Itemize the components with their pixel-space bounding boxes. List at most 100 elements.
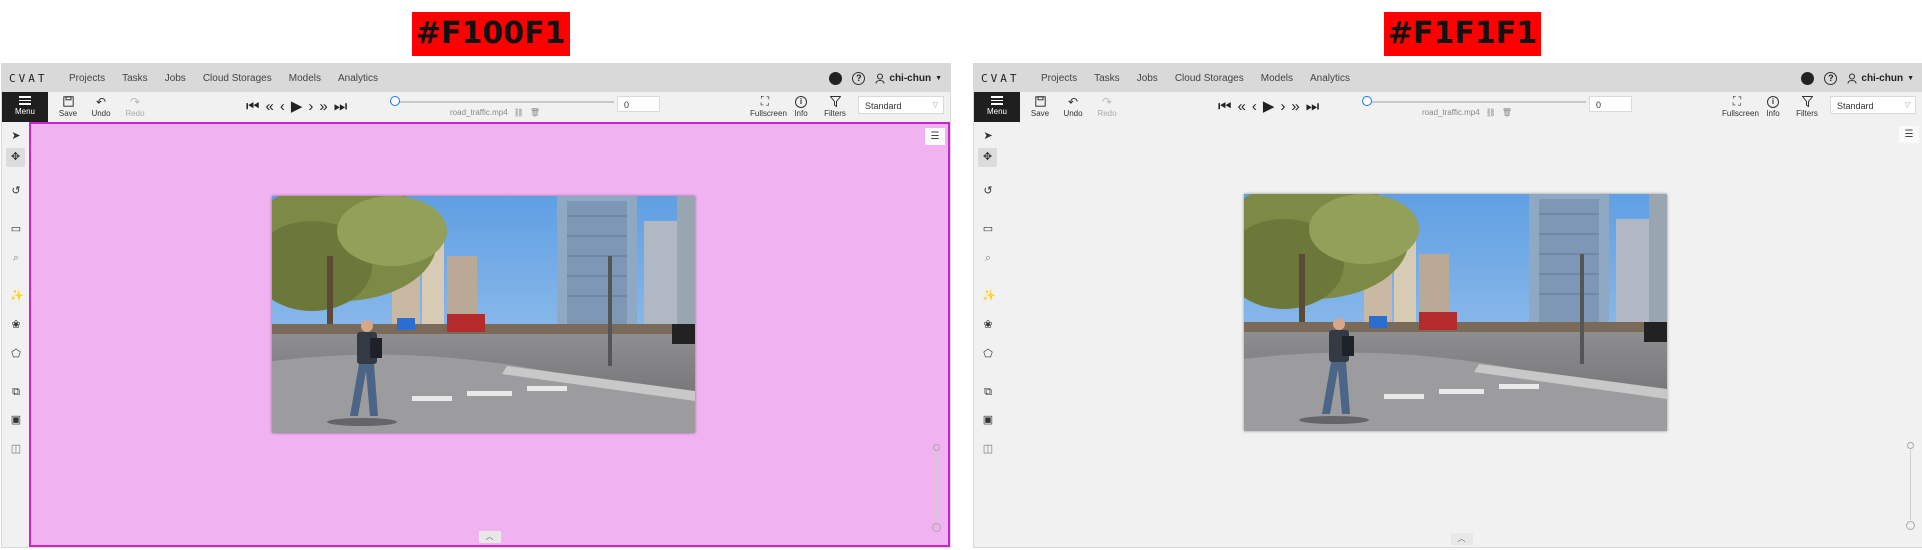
zoom-out-icon[interactable] xyxy=(1906,521,1915,530)
undo-button[interactable]: ↶ Undo xyxy=(1058,94,1088,119)
next-frame-icon[interactable]: › xyxy=(308,98,313,115)
zoom-in-icon[interactable] xyxy=(1907,442,1914,449)
nav-models[interactable]: Models xyxy=(289,73,321,84)
frame-slider-track[interactable] xyxy=(394,101,614,103)
main-nav: Projects Tasks Jobs Cloud Storages Model… xyxy=(1041,73,1367,84)
rectangle-icon[interactable]: ▭ xyxy=(10,223,22,235)
last-frame-icon[interactable]: ⏭ xyxy=(334,98,348,115)
fit-zoom-icon[interactable]: ⌕ xyxy=(982,252,994,264)
video-frame xyxy=(272,196,695,433)
merge-icon[interactable]: ⧉ xyxy=(10,386,22,398)
info-label: Info xyxy=(794,109,808,118)
cursor-icon[interactable]: ➤ xyxy=(982,130,994,142)
redo-label: Redo xyxy=(1097,109,1117,118)
help-icon[interactable]: ? xyxy=(852,71,866,85)
frame-number-input[interactable]: 0 xyxy=(617,96,660,112)
redo-button[interactable]: ↷ Redo xyxy=(1092,94,1122,119)
nav-projects[interactable]: Projects xyxy=(69,73,105,84)
move-icon[interactable]: ✥ xyxy=(6,148,25,167)
last-frame-icon[interactable]: ⏭ xyxy=(1306,98,1320,115)
nav-tasks[interactable]: Tasks xyxy=(122,73,148,84)
forward-step-icon[interactable]: » xyxy=(319,98,327,115)
redo-button[interactable]: ↷ Redo xyxy=(120,94,150,119)
rectangle-icon[interactable]: ▭ xyxy=(982,223,994,235)
menu-button[interactable]: Menu xyxy=(974,92,1020,122)
save-button[interactable]: Save xyxy=(53,94,83,118)
github-icon[interactable] xyxy=(829,71,843,85)
object-panel-toggle-icon[interactable]: ☰ xyxy=(1899,126,1919,143)
info-button[interactable]: i Info xyxy=(786,94,816,118)
ai-tools-icon[interactable]: ❀ xyxy=(10,319,22,331)
backward-step-icon[interactable]: « xyxy=(1238,98,1246,115)
forward-step-icon[interactable]: » xyxy=(1291,98,1299,115)
first-frame-icon[interactable]: ⏮ xyxy=(1218,98,1232,115)
filters-button[interactable]: Filters xyxy=(1792,94,1822,118)
merge-icon[interactable]: ⧉ xyxy=(982,386,994,398)
split-icon[interactable]: ◫ xyxy=(10,443,22,455)
link-icon[interactable]: ⛓ xyxy=(514,108,524,117)
chevron-up-icon[interactable]: ︿ xyxy=(478,531,501,543)
rotate-icon[interactable]: ↺ xyxy=(10,185,22,197)
magic-wand-icon[interactable]: ✨ xyxy=(982,290,996,302)
nav-jobs[interactable]: Jobs xyxy=(165,73,186,84)
menu-button[interactable]: Menu xyxy=(2,92,48,122)
nav-models[interactable]: Models xyxy=(1261,73,1293,84)
redo-icon: ↷ xyxy=(129,94,141,109)
zoom-in-icon[interactable] xyxy=(933,444,940,451)
chevron-up-icon[interactable]: ︿ xyxy=(1450,533,1473,545)
filters-label: Filters xyxy=(1796,109,1818,118)
nav-projects[interactable]: Projects xyxy=(1041,73,1077,84)
backward-step-icon[interactable]: « xyxy=(266,98,274,115)
workspace-select[interactable]: Standard ▽ xyxy=(858,96,944,114)
rotate-icon[interactable]: ↺ xyxy=(982,185,994,197)
github-icon[interactable] xyxy=(1801,71,1815,85)
frame-slider-handle[interactable] xyxy=(390,96,400,106)
fullscreen-button[interactable]: ⛶ Fullscreen xyxy=(750,94,787,118)
annotation-toolbar: Menu Save ↶ Undo ↷ Redo ⏮ « ‹ ▶ › » ⏭ ro… xyxy=(974,92,1922,122)
help-icon[interactable]: ? xyxy=(1824,71,1838,85)
nav-tasks[interactable]: Tasks xyxy=(1094,73,1120,84)
filters-label: Filters xyxy=(824,109,846,118)
group-icon[interactable]: ▣ xyxy=(10,414,22,426)
user-menu[interactable]: chi-chun ▼ xyxy=(1847,73,1914,84)
save-button[interactable]: Save xyxy=(1025,94,1055,118)
previous-frame-icon[interactable]: ‹ xyxy=(280,98,285,115)
next-frame-icon[interactable]: › xyxy=(1280,98,1285,115)
canvas-area[interactable]: ☰ ︿ xyxy=(1001,122,1922,547)
delete-frame-icon[interactable]: 🗑 xyxy=(530,108,540,117)
user-menu[interactable]: chi-chun ▼ xyxy=(875,73,942,84)
object-panel-toggle-icon[interactable]: ☰ xyxy=(925,128,945,145)
frame-number-input[interactable]: 0 xyxy=(1589,96,1632,112)
zoom-out-icon[interactable] xyxy=(932,523,941,532)
first-frame-icon[interactable]: ⏮ xyxy=(246,98,260,115)
play-icon[interactable]: ▶ xyxy=(291,97,303,115)
magic-wand-icon[interactable]: ✨ xyxy=(10,290,24,302)
nav-analytics[interactable]: Analytics xyxy=(338,73,378,84)
play-icon[interactable]: ▶ xyxy=(1263,97,1275,115)
delete-frame-icon[interactable]: 🗑 xyxy=(1502,108,1512,117)
split-icon[interactable]: ◫ xyxy=(982,443,994,455)
move-icon[interactable]: ✥ xyxy=(978,148,997,167)
frame-slider-track[interactable] xyxy=(1366,101,1586,103)
fit-zoom-icon[interactable]: ⌕ xyxy=(10,252,22,264)
polygon-icon[interactable]: ⬠ xyxy=(10,348,22,360)
info-button[interactable]: i Info xyxy=(1758,94,1788,118)
cursor-icon[interactable]: ➤ xyxy=(10,130,22,142)
nav-analytics[interactable]: Analytics xyxy=(1310,73,1350,84)
undo-button[interactable]: ↶ Undo xyxy=(86,94,116,119)
zoom-slider[interactable] xyxy=(1904,442,1916,530)
link-icon[interactable]: ⛓ xyxy=(1486,108,1496,117)
nav-jobs[interactable]: Jobs xyxy=(1137,73,1158,84)
fullscreen-button[interactable]: ⛶ Fullscreen xyxy=(1722,94,1759,118)
canvas-area[interactable]: ☰ ︿ xyxy=(29,122,950,547)
workspace-select[interactable]: Standard ▽ xyxy=(1830,96,1916,114)
group-icon[interactable]: ▣ xyxy=(982,414,994,426)
nav-cloud-storages[interactable]: Cloud Storages xyxy=(203,73,272,84)
previous-frame-icon[interactable]: ‹ xyxy=(1252,98,1257,115)
filters-button[interactable]: Filters xyxy=(820,94,850,118)
zoom-slider[interactable] xyxy=(930,444,942,532)
frame-slider-handle[interactable] xyxy=(1362,96,1372,106)
nav-cloud-storages[interactable]: Cloud Storages xyxy=(1175,73,1244,84)
ai-tools-icon[interactable]: ❀ xyxy=(982,319,994,331)
polygon-icon[interactable]: ⬠ xyxy=(982,348,994,360)
